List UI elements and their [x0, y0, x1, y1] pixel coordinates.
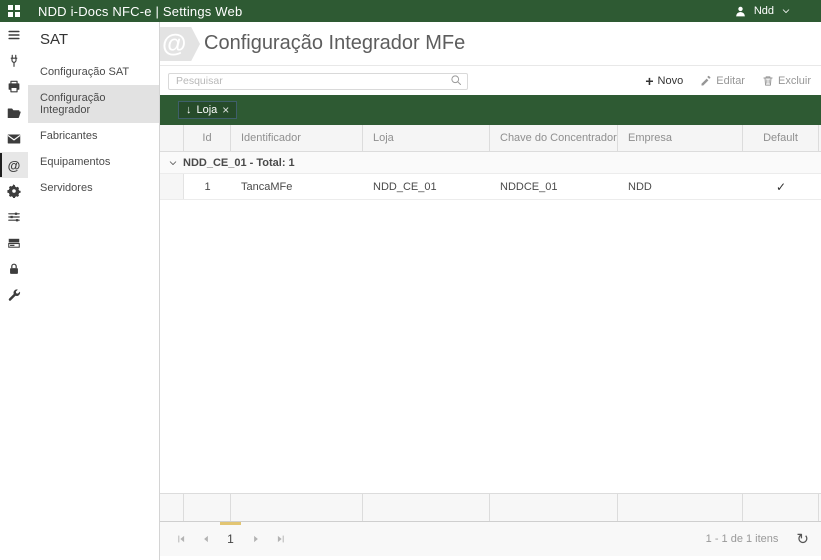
- column-header-empresa[interactable]: Empresa: [618, 125, 743, 151]
- sliders-icon: [8, 212, 20, 222]
- previous-page-button[interactable]: [193, 522, 218, 556]
- column-header-identificador[interactable]: Identificador: [231, 125, 363, 151]
- search-box: [168, 71, 468, 90]
- user-menu[interactable]: Ndd: [734, 5, 821, 18]
- section-ribbon-icon: @: [160, 27, 200, 61]
- lock-icon: [10, 263, 18, 274]
- selected-page-indicator: [220, 522, 241, 525]
- rail-item-servers[interactable]: [0, 230, 28, 256]
- first-page-button[interactable]: [168, 522, 193, 556]
- bottom-strip: [160, 556, 821, 560]
- rail-item-files[interactable]: [0, 100, 28, 126]
- chip-close-icon[interactable]: ×: [222, 104, 229, 116]
- group-by-bar[interactable]: ↓ Loja ×: [160, 95, 821, 125]
- rail-item-mfe-selected[interactable]: @: [0, 152, 28, 178]
- sidebar-item-equipamentos[interactable]: Equipamentos: [28, 149, 159, 175]
- checkmark-icon: ✓: [775, 179, 787, 194]
- cell-identificador: TancaMFe: [241, 180, 293, 193]
- group-chip-loja[interactable]: ↓ Loja ×: [178, 101, 238, 119]
- new-button[interactable]: + Novo: [645, 74, 683, 88]
- sidebar-title: SAT: [40, 31, 69, 48]
- plug-icon: [10, 54, 18, 67]
- sidebar-item-configuracao-integrador[interactable]: Configuração Integrador: [28, 85, 159, 123]
- sidebar-item-servidores[interactable]: Servidores: [28, 175, 159, 201]
- app-title: NDD i-Docs NFC-e | Settings Web: [38, 3, 243, 19]
- last-page-button[interactable]: [268, 522, 293, 556]
- cell-empresa: NDD: [628, 180, 652, 193]
- mail-icon: [7, 134, 21, 144]
- wrench-icon: [8, 289, 21, 301]
- server-icon: [8, 238, 20, 248]
- rail-item-tools[interactable]: [0, 282, 28, 308]
- cell-id: 1: [204, 180, 211, 193]
- main-content: @ Configuração Integrador MFe + Novo: [160, 22, 821, 560]
- page-header: @ Configuração Integrador MFe: [160, 22, 821, 66]
- rail-item-integrations[interactable]: [0, 48, 28, 74]
- rail-item-printers[interactable]: [0, 74, 28, 100]
- user-icon: [734, 5, 747, 18]
- column-header-expand: [160, 125, 184, 151]
- menu-icon: [8, 30, 20, 40]
- pager-info: 1 - 1 de 1 itens: [705, 533, 779, 545]
- rail-item-menu[interactable]: [0, 22, 28, 48]
- icon-rail: @: [0, 22, 28, 560]
- row-hierarchy-cell: [160, 174, 184, 199]
- toolbar: + Novo Editar Excluir: [160, 66, 821, 95]
- table-row[interactable]: 1 TancaMFe NDD_CE_01 NDDCE_01 NDD ✓: [160, 174, 821, 200]
- plus-icon: +: [645, 72, 654, 89]
- rail-item-settings[interactable]: [0, 178, 28, 204]
- column-header-default[interactable]: Default: [743, 125, 819, 151]
- group-chip-label: Loja: [196, 104, 218, 116]
- cell-default: ✓: [743, 174, 819, 199]
- chevron-down-icon: [781, 6, 791, 16]
- delete-button[interactable]: Excluir: [762, 75, 811, 87]
- trash-icon: [762, 75, 774, 87]
- grid-header-row: Id Identificador Loja Chave do Concentra…: [160, 125, 821, 152]
- search-input[interactable]: [168, 72, 468, 90]
- rail-item-mail[interactable]: [0, 126, 28, 152]
- group-row-label: NDD_CE_01 - Total: 1: [183, 156, 295, 169]
- column-header-loja[interactable]: Loja: [363, 125, 490, 151]
- grid-footer-row: [160, 493, 821, 521]
- pencil-icon: [700, 75, 712, 87]
- sort-descending-icon[interactable]: ↓: [186, 104, 192, 116]
- sat-sidebar: SAT Configuração SAT Configuração Integr…: [28, 22, 160, 560]
- at-sign-watermark: @: [162, 29, 187, 58]
- sidebar-item-fabricantes[interactable]: Fabricantes: [28, 123, 159, 149]
- user-name: Ndd: [753, 5, 774, 17]
- cell-loja: NDD_CE_01: [373, 180, 437, 193]
- column-header-chave[interactable]: Chave do Concentrador: [490, 125, 618, 151]
- refresh-icon[interactable]: ↻: [796, 532, 809, 547]
- sidebar-item-configuracao-sat[interactable]: Configuração SAT: [28, 59, 159, 85]
- page-title: Configuração Integrador MFe: [204, 32, 466, 54]
- rail-item-security[interactable]: [0, 256, 28, 282]
- top-app-bar: NDD i-Docs NFC-e | Settings Web Ndd: [0, 0, 821, 22]
- page-number-1[interactable]: 1: [218, 522, 243, 556]
- pager: 1 1 - 1 de 1 itens ↻: [160, 521, 821, 556]
- cell-chave: NDDCE_01: [500, 180, 558, 193]
- data-grid: Id Identificador Loja Chave do Concentra…: [160, 125, 821, 521]
- printer-icon: [8, 80, 20, 93]
- search-icon[interactable]: [450, 74, 462, 86]
- folder-open-icon: [7, 108, 21, 118]
- apps-grid-icon[interactable]: [8, 5, 20, 17]
- at-sign-icon: @: [7, 157, 21, 173]
- column-header-id[interactable]: Id: [184, 125, 231, 151]
- rail-item-parameters[interactable]: [0, 204, 28, 230]
- group-collapse-chevron-icon[interactable]: [168, 158, 178, 168]
- gear-icon: [7, 184, 21, 198]
- edit-button[interactable]: Editar: [700, 75, 745, 87]
- grid-empty-area: [160, 200, 821, 493]
- next-page-button[interactable]: [243, 522, 268, 556]
- group-row-ndd-ce-01[interactable]: NDD_CE_01 - Total: 1: [160, 152, 821, 174]
